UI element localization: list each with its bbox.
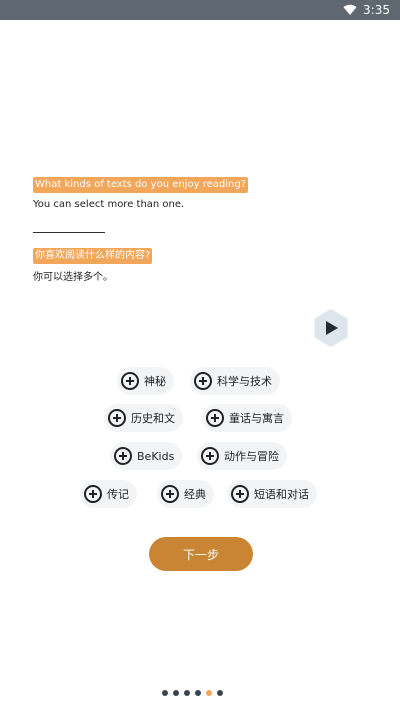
chip-label: 经典	[184, 488, 206, 501]
app-screen: 3:35 What kinds of texts do you enjoy re…	[0, 0, 400, 711]
add-icon	[114, 447, 132, 465]
play-audio-button[interactable]	[311, 308, 351, 348]
add-icon	[201, 447, 219, 465]
chip-label: BeKids	[137, 449, 175, 463]
hint-english: You can select more than one.	[33, 199, 185, 210]
topic-chip-bekids[interactable]: BeKids	[110, 442, 183, 470]
add-icon	[161, 485, 179, 503]
page-dot	[217, 690, 223, 696]
page-dot	[173, 690, 179, 696]
page-dot	[162, 690, 168, 696]
status-bar: 3:35	[0, 0, 400, 20]
topic-chip-fairy-tales-fables[interactable]: 童话与寓言	[202, 404, 292, 432]
page-dot	[184, 690, 190, 696]
topic-chip-biography[interactable]: 传记	[80, 480, 137, 508]
hint-chinese: 你可以选择多个。	[33, 272, 113, 283]
topic-chip-classics[interactable]: 经典	[157, 480, 214, 508]
chip-label: 历史和文	[131, 412, 175, 425]
next-button[interactable]: 下一步	[149, 537, 253, 571]
chip-label: 科学与技术	[217, 375, 272, 388]
status-time: 3:35	[363, 3, 390, 17]
topic-chip-science-technology[interactable]: 科学与技术	[190, 367, 280, 395]
add-icon	[121, 372, 139, 390]
chip-label: 神秘	[144, 375, 166, 388]
chip-label: 童话与寓言	[229, 412, 284, 425]
question-english: What kinds of texts do you enjoy reading…	[33, 177, 249, 193]
divider	[33, 232, 105, 233]
wifi-icon	[343, 4, 357, 15]
topic-chip-phrases-dialogues[interactable]: 短语和对话	[227, 480, 317, 508]
topic-chip-mystery[interactable]: 神秘	[117, 367, 174, 395]
page-dot	[195, 690, 201, 696]
topic-chip-action-adventure[interactable]: 动作与冒险	[197, 442, 287, 470]
add-icon	[84, 485, 102, 503]
question-chinese: 你喜欢阅读什么样的内容?	[33, 248, 153, 264]
chip-label: 传记	[107, 488, 129, 501]
add-icon	[206, 409, 224, 427]
chip-label: 动作与冒险	[224, 450, 279, 463]
chip-label: 短语和对话	[254, 488, 309, 501]
add-icon	[231, 485, 249, 503]
page-dot	[206, 690, 212, 696]
topic-chip-history-culture[interactable]: 历史和文	[104, 404, 183, 432]
page-indicator	[162, 690, 223, 698]
add-icon	[108, 409, 126, 427]
add-icon	[194, 372, 212, 390]
